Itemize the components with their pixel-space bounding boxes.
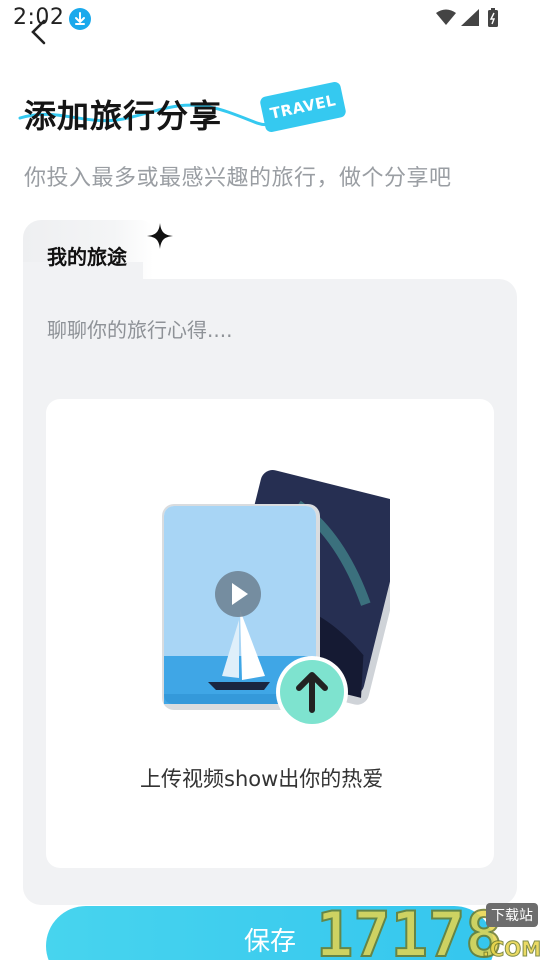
status-icons xyxy=(436,8,498,27)
status-bar: 2:02 xyxy=(0,0,540,36)
back-chevron-icon xyxy=(31,19,46,45)
page-title: 添加旅行分享 xyxy=(24,97,223,135)
upload-arrow-icon xyxy=(276,656,348,728)
signal-icon xyxy=(461,9,479,26)
sparkle-icon xyxy=(147,223,173,249)
back-button[interactable] xyxy=(26,15,52,49)
battery-icon xyxy=(488,8,498,27)
page-subtitle: 你投入最多或最感兴趣的旅行，做个分享吧 xyxy=(24,166,452,191)
save-button[interactable]: 保存 xyxy=(46,906,494,960)
card-tab-label: 我的旅途 xyxy=(47,245,127,269)
upload-video-label: 上传视频show出你的热爱 xyxy=(140,767,384,788)
upload-video-illustration xyxy=(162,470,390,728)
wifi-icon xyxy=(436,9,456,25)
travel-tag: TRAVEL xyxy=(259,80,347,134)
travel-note-input[interactable] xyxy=(47,310,487,350)
watermark-sub: 下载站 xyxy=(486,903,538,927)
download-icon xyxy=(69,8,91,30)
